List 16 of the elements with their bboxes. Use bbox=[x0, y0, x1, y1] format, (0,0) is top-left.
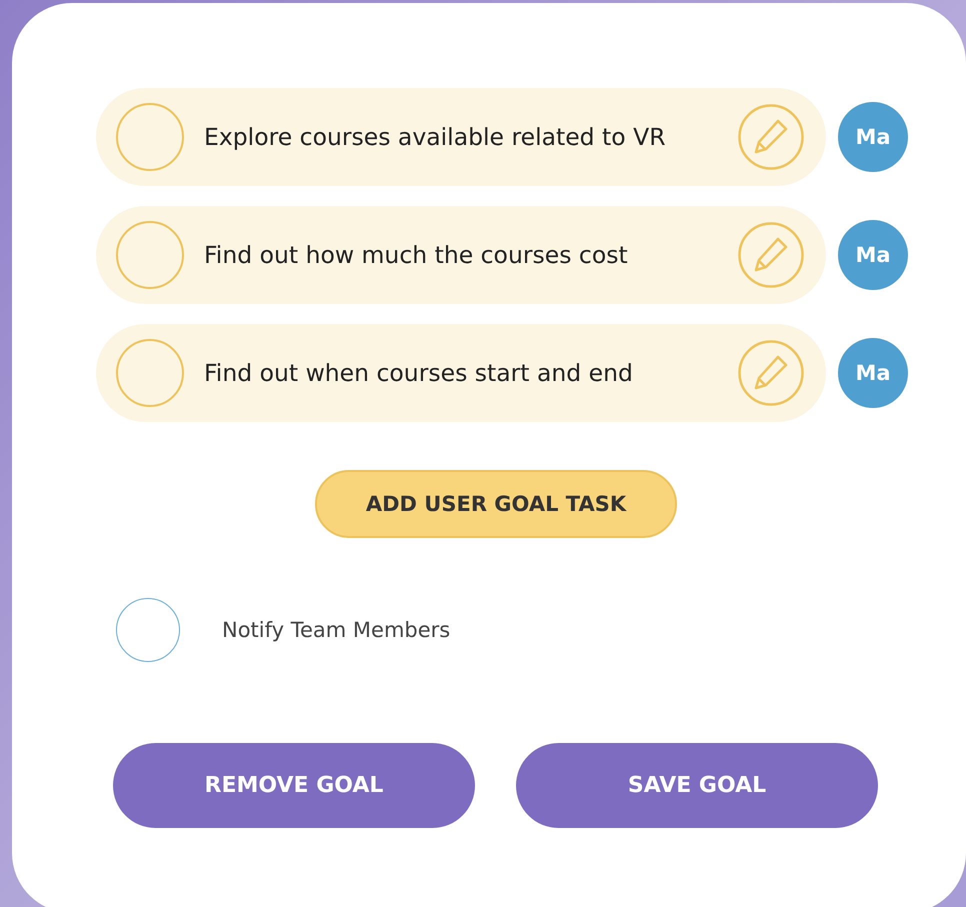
avatar: Ma bbox=[838, 220, 908, 290]
avatar: Ma bbox=[838, 102, 908, 172]
save-goal-button[interactable]: SAVE GOAL bbox=[516, 743, 878, 828]
add-task-button[interactable]: ADD USER GOAL TASK bbox=[315, 470, 677, 538]
edit-icon[interactable] bbox=[738, 104, 804, 170]
remove-goal-button[interactable]: REMOVE GOAL bbox=[113, 743, 475, 828]
task-checkbox[interactable] bbox=[116, 103, 184, 171]
edit-icon[interactable] bbox=[738, 222, 804, 288]
edit-icon[interactable] bbox=[738, 340, 804, 406]
task-checkbox[interactable] bbox=[116, 221, 184, 289]
task-text: Find out how much the courses cost bbox=[204, 241, 629, 269]
task-text: Explore courses available related to VR bbox=[204, 123, 667, 151]
notify-label: Notify Team Members bbox=[222, 618, 450, 642]
task-text: Find out when courses start and end bbox=[204, 359, 634, 387]
avatar: Ma bbox=[838, 338, 908, 408]
task-checkbox[interactable] bbox=[116, 339, 184, 407]
